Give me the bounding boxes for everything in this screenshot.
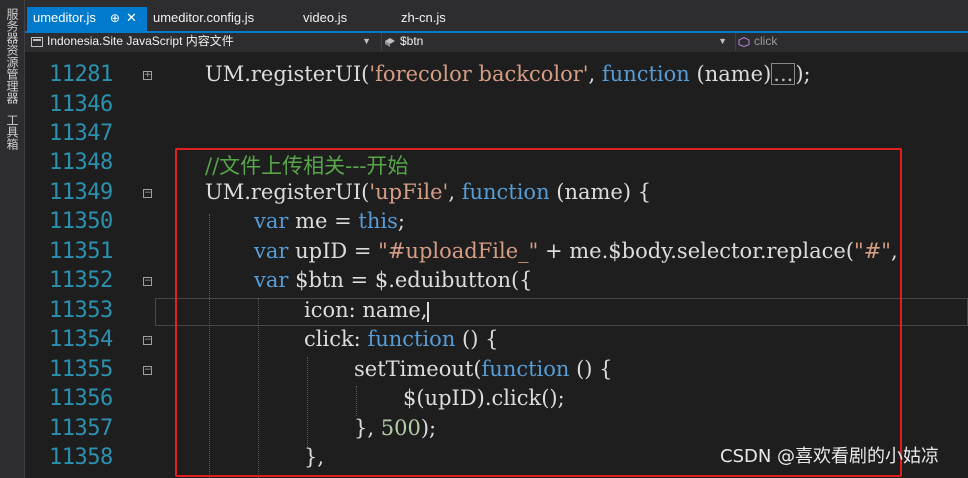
tab-label: zh-cn.js (401, 10, 446, 25)
server-explorer-tab[interactable]: 服务器资源管理器 (0, 6, 24, 106)
collapsed-block[interactable]: ... (771, 63, 796, 85)
line-number: 11347 (49, 121, 113, 146)
line-number: 11353 (49, 298, 113, 323)
side-tool-strip: 服务器资源管理器 工具箱 (0, 0, 25, 478)
object-icon (385, 37, 395, 47)
line-number: 11281 (49, 62, 113, 87)
close-icon[interactable]: ✕ (126, 7, 137, 29)
project-dropdown[interactable]: Indonesia.Site JavaScript 内容文件 ▼ (31, 33, 375, 51)
tab-zh-cn-js[interactable]: zh-cn.js (395, 7, 485, 31)
line-number: 11346 (49, 92, 113, 117)
member-label: click (754, 34, 778, 48)
line-number: 11350 (49, 209, 113, 234)
line-number: 11356 (49, 386, 113, 411)
line-number: 11354 (49, 327, 113, 352)
chevron-down-icon: ▼ (362, 36, 371, 46)
tab-umeditor-config-js[interactable]: umeditor.config.js (147, 7, 297, 31)
object-label: $btn (400, 34, 424, 48)
collapse-icon[interactable]: − (143, 336, 152, 345)
code-editor[interactable]: 11281 11346 11347 11348 11349 11350 1135… (25, 52, 968, 478)
highlight-annotation-box (175, 148, 902, 477)
chevron-down-icon: ▼ (718, 36, 727, 46)
line-number: 11358 (49, 445, 113, 470)
line-number: 11348 (49, 150, 113, 175)
tab-label: umeditor.js (33, 10, 96, 25)
pin-icon[interactable]: ⊕ (110, 7, 120, 29)
expand-icon[interactable]: + (143, 71, 152, 80)
line-number: 11351 (49, 239, 113, 264)
toolbox-tab[interactable]: 工具箱 (0, 112, 24, 152)
object-dropdown[interactable]: $btn ▼ (381, 33, 731, 51)
line-number: 11355 (49, 357, 113, 382)
line-number: 11352 (49, 268, 113, 293)
tab-umeditor-js[interactable]: umeditor.js ⊕ ✕ (27, 7, 147, 31)
line-number: 11349 (49, 180, 113, 205)
line-number: 11357 (49, 416, 113, 441)
js-file-icon (31, 36, 43, 47)
navigation-bar: Indonesia.Site JavaScript 内容文件 ▼ $btn ▼ … (25, 31, 968, 53)
code-line: UM.registerUI('forecolor backcolor', fun… (205, 62, 811, 86)
method-icon (738, 36, 750, 47)
tab-label: video.js (303, 10, 348, 25)
collapse-icon[interactable]: − (143, 189, 152, 198)
tab-label: umeditor.config.js (153, 10, 255, 25)
watermark: CSDN @喜欢看剧的小姑凉 (720, 446, 940, 467)
member-dropdown[interactable]: click (735, 33, 968, 51)
document-tab-bar: umeditor.js ⊕ ✕ umeditor.config.js video.j… (25, 0, 968, 31)
tab-video-js[interactable]: video.js (299, 7, 389, 31)
collapse-icon[interactable]: − (143, 366, 152, 375)
collapse-icon[interactable]: − (143, 277, 152, 286)
project-label: Indonesia.Site JavaScript 内容文件 (47, 34, 234, 48)
